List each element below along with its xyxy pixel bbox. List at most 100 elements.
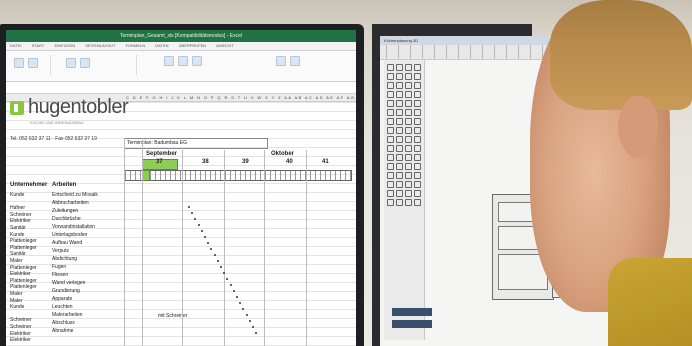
contractor-cell[interactable]: Maler [10, 291, 23, 297]
contractor-cell[interactable]: Plattenleger [10, 284, 37, 290]
cad-tool-icon[interactable] [414, 127, 421, 134]
tab-formeln[interactable]: FORMELN [126, 43, 146, 48]
task-cell[interactable]: Abschluss [52, 320, 75, 326]
cad-tool-icon[interactable] [405, 127, 412, 134]
cad-tool-icon[interactable] [387, 163, 394, 170]
cad-tool-icon[interactable] [405, 118, 412, 125]
cad-tool-icon[interactable] [414, 136, 421, 143]
sort-icon[interactable] [164, 56, 174, 66]
task-cell[interactable]: Apparate [52, 296, 72, 302]
tab-einfuegen[interactable]: EINFÜGEN [54, 43, 75, 48]
cad-tool-icon[interactable] [396, 163, 403, 170]
cad-tool-icon[interactable] [396, 91, 403, 98]
contractor-cell[interactable]: Kunde [10, 232, 24, 238]
cad-tool-icon[interactable] [414, 145, 421, 152]
cad-tool-icon[interactable] [414, 91, 421, 98]
contractor-cell[interactable]: Elektriker [10, 271, 31, 277]
cad-tool-icon[interactable] [405, 82, 412, 89]
task-cell[interactable]: Zuleitungen [52, 208, 78, 214]
format-icon[interactable] [28, 58, 38, 68]
contractor-cell[interactable]: Plattenleger [10, 265, 37, 271]
cad-panel-button[interactable] [392, 320, 432, 328]
task-cell[interactable]: Entscheid zu Mosaik [52, 192, 98, 198]
cad-tool-icon[interactable] [414, 73, 421, 80]
cad-tool-icon[interactable] [414, 172, 421, 179]
task-cell[interactable]: Abnahme [52, 328, 73, 334]
task-cell[interactable]: Leuchten [52, 304, 73, 310]
cad-tool-icon[interactable] [405, 190, 412, 197]
task-cell[interactable]: Unterlagsboden [52, 232, 87, 238]
cad-tool-icon[interactable] [387, 154, 394, 161]
cad-tool-icon[interactable] [405, 64, 412, 71]
cad-tool-icon[interactable] [414, 64, 421, 71]
task-cell[interactable]: Vorwandinstallation [52, 224, 95, 230]
cad-tool-icon[interactable] [414, 199, 421, 206]
cad-tool-icon[interactable] [396, 154, 403, 161]
cad-tool-icon[interactable] [396, 118, 403, 125]
contractor-cell[interactable]: Schreiner [10, 212, 31, 218]
cad-tool-icon[interactable] [414, 82, 421, 89]
cad-tool-icon[interactable] [396, 172, 403, 179]
cad-tool-icon[interactable] [405, 73, 412, 80]
contractor-cell[interactable]: Maler [10, 298, 23, 304]
tab-ansicht[interactable]: ANSICHT [216, 43, 234, 48]
cad-tool-icon[interactable] [387, 91, 394, 98]
cad-tool-icon[interactable] [396, 181, 403, 188]
cad-tool-icon[interactable] [387, 64, 394, 71]
cad-tool-icon[interactable] [405, 172, 412, 179]
contractor-cell[interactable]: Sanitär [10, 251, 26, 257]
cad-tool-icon[interactable] [414, 100, 421, 107]
task-cell[interactable]: Fliesen [52, 272, 68, 278]
task-cell[interactable]: Durchbrüche [52, 216, 81, 222]
contractor-cell[interactable]: Elektriker [10, 337, 31, 343]
cad-tool-icon[interactable] [414, 163, 421, 170]
contractor-cell[interactable]: Hafner [10, 205, 25, 211]
cad-panel-button[interactable] [392, 308, 432, 316]
task-cell[interactable]: Abdichtung [52, 256, 77, 262]
tab-start[interactable]: START [32, 43, 45, 48]
task-cell[interactable]: Verputz [52, 248, 69, 254]
cad-tool-icon[interactable] [405, 199, 412, 206]
cad-tool-icon[interactable] [405, 181, 412, 188]
contractor-cell[interactable]: Schreiner [10, 324, 31, 330]
cad-tool-icon[interactable] [387, 109, 394, 116]
cad-tool-icon[interactable] [387, 82, 394, 89]
paste-icon[interactable] [14, 58, 24, 68]
task-cell[interactable]: Aufbau Wand [52, 240, 82, 246]
formula-bar[interactable] [6, 82, 356, 94]
cad-tool-icon[interactable] [396, 73, 403, 80]
cad-tool-icon[interactable] [396, 190, 403, 197]
contractor-cell[interactable]: Kunde [10, 304, 24, 310]
cad-tool-icon[interactable] [387, 145, 394, 152]
cad-tool-icon[interactable] [396, 145, 403, 152]
task-cell[interactable]: Malerarbeiten [52, 312, 83, 318]
contractor-cell[interactable]: Plattenleger [10, 245, 37, 251]
cad-tool-icon[interactable] [387, 136, 394, 143]
wrap-icon[interactable] [80, 58, 90, 68]
insert-icon[interactable] [276, 56, 286, 66]
cad-tool-icon[interactable] [405, 100, 412, 107]
cad-tool-icon[interactable] [414, 181, 421, 188]
cad-tool-icon[interactable] [405, 163, 412, 170]
contractor-cell[interactable]: Plattenleger [10, 238, 37, 244]
task-cell[interactable]: Wand verlegen [52, 280, 85, 286]
cad-tool-icon[interactable] [396, 136, 403, 143]
contractor-cell[interactable]: Elektriker [10, 218, 31, 224]
cad-tool-icon[interactable] [396, 100, 403, 107]
contractor-cell[interactable]: Kunde [10, 192, 24, 198]
contractor-cell[interactable]: Plattenleger [10, 278, 37, 284]
cad-tool-icon[interactable] [405, 145, 412, 152]
align-icon[interactable] [66, 58, 76, 68]
tab-daten[interactable]: DATEN [155, 43, 168, 48]
tab-seitenlayout[interactable]: SEITENLAYOUT [85, 43, 115, 48]
cad-tool-icon[interactable] [414, 118, 421, 125]
task-cell[interactable]: Abbrucharbeiten [52, 200, 89, 206]
contractor-cell[interactable]: Elektriker [10, 331, 31, 337]
conditional-format-icon[interactable] [192, 56, 202, 66]
cad-tool-icon[interactable] [396, 82, 403, 89]
task-cell[interactable]: Fugen [52, 264, 66, 270]
cad-tool-icon[interactable] [405, 91, 412, 98]
cad-tool-icon[interactable] [387, 199, 394, 206]
cad-tool-icon[interactable] [414, 190, 421, 197]
cad-tool-icon[interactable] [396, 109, 403, 116]
